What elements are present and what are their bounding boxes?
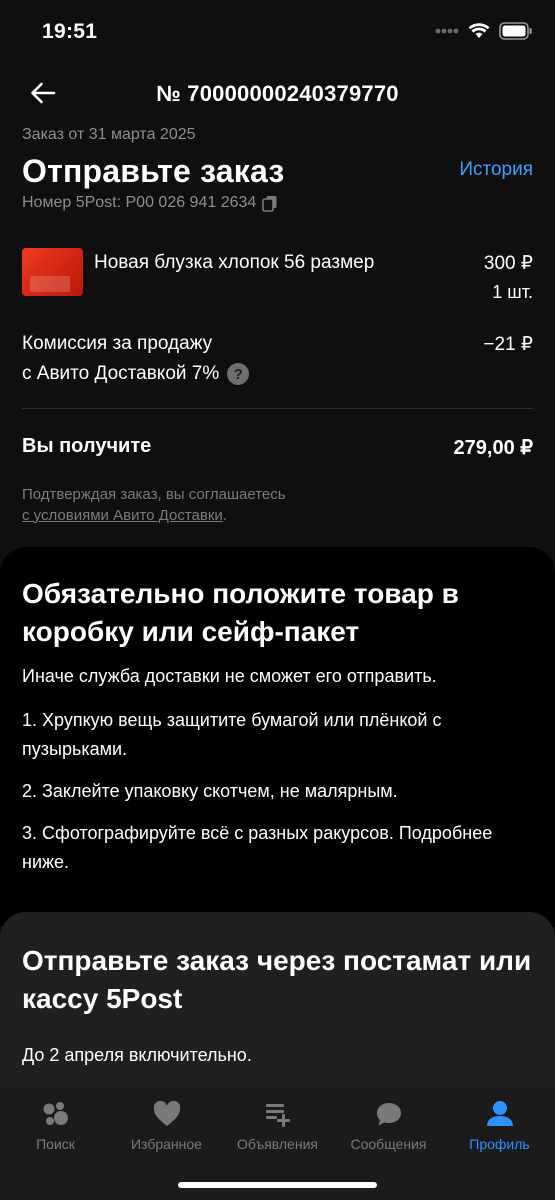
commission-rate-text: с Авито Доставкой 7%	[22, 363, 220, 384]
order-date: Заказ от 31 марта 2025	[22, 126, 196, 143]
shipping-deadline: До 2 апреля включительно.	[22, 1045, 252, 1065]
commission-label-line2: с Авито Доставкой 7% ?	[22, 363, 250, 385]
terms-suffix: .	[222, 507, 227, 524]
tab-label: Объявления	[237, 1136, 318, 1152]
packaging-card: Обязательно положите товар в коробку или…	[0, 547, 555, 927]
profile-icon	[486, 1101, 513, 1126]
tracking-number[interactable]: Номер 5Post: P00 026 941 2634	[22, 194, 278, 212]
terms-link[interactable]: с условиями Авито Доставки	[22, 507, 223, 524]
divider	[22, 408, 533, 409]
listings-add-icon	[265, 1104, 290, 1127]
status-bar: 19:51	[0, 0, 555, 64]
battery-icon	[499, 22, 532, 40]
product-price: 300 ₽	[483, 253, 533, 274]
page-title: Отправьте заказ	[22, 153, 285, 189]
heart-icon	[153, 1100, 180, 1126]
packaging-subtitle: Иначе служба доставки не сможет его отпр…	[22, 666, 437, 686]
product-image	[22, 248, 83, 296]
commission-value: −21 ₽	[483, 334, 533, 355]
tab-label: Сообщения	[350, 1136, 427, 1152]
cellular-signal-icon	[435, 28, 459, 34]
tab-profile[interactable]: Профиль	[444, 1088, 555, 1168]
chat-bubble-icon	[376, 1103, 401, 1126]
total-label: Вы получите	[22, 435, 152, 457]
terms-line: Подтверждая заказ, вы соглашаетесь	[22, 486, 286, 503]
tracking-number-text: Номер 5Post: P00 026 941 2634	[22, 194, 257, 211]
product-row[interactable]: Новая блузка хлопок 56 размер 300 ₽ 1 шт…	[22, 248, 533, 302]
history-link[interactable]: История	[459, 159, 533, 181]
nav-header: № 70000000240379770	[0, 64, 555, 124]
help-icon[interactable]: ?	[227, 363, 250, 385]
packaging-step: 2. Заклейте упаковку скотчем, не малярны…	[22, 781, 398, 801]
tab-favorites[interactable]: Избранное	[111, 1088, 222, 1168]
home-indicator	[178, 1182, 377, 1188]
tab-label: Профиль	[469, 1136, 530, 1152]
tab-messages[interactable]: Сообщения	[333, 1088, 444, 1168]
tab-listings[interactable]: Объявления	[222, 1088, 333, 1168]
packaging-title: Обязательно положите товар в коробку или…	[22, 578, 459, 647]
wifi-icon	[468, 23, 490, 38]
packaging-step: 3. Сфотографируйте всё с разных ракурсов…	[22, 823, 493, 872]
total-value: 279,00 ₽	[453, 437, 533, 459]
terms-text: Подтверждая заказ, вы соглашаетесь с усл…	[22, 484, 286, 526]
commission-label: Комиссия за продажу	[22, 333, 213, 354]
product-quantity: 1 шт.	[492, 282, 533, 302]
status-icons	[435, 22, 533, 40]
tab-search[interactable]: Поиск	[0, 1088, 111, 1168]
status-time: 19:51	[42, 20, 98, 43]
order-number-title: № 70000000240379770	[156, 81, 399, 106]
tab-label: Поиск	[36, 1136, 75, 1152]
tab-label: Избранное	[131, 1136, 202, 1152]
packaging-step: 1. Хрупкую вещь защитите бумагой или плё…	[22, 710, 442, 759]
search-bubbles-icon	[43, 1102, 68, 1125]
product-name: Новая блузка хлопок 56 размер	[94, 252, 375, 273]
shipping-title: Отправьте заказ через постамат или кассу…	[22, 945, 532, 1014]
copy-icon[interactable]	[262, 195, 278, 212]
